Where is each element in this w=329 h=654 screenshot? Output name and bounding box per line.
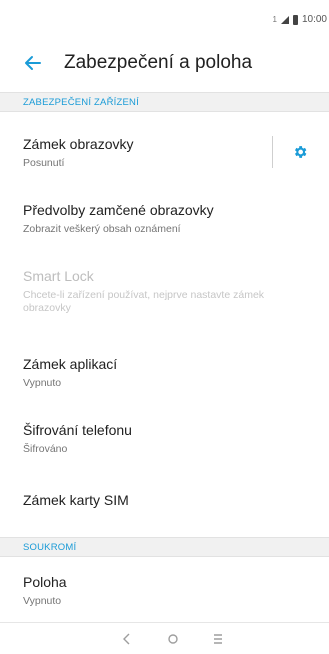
item-summary: Chcete-li zařízení používat, nejprve nas…: [23, 289, 265, 314]
item-label: Předvolby zamčené obrazovky: [23, 202, 214, 218]
status-bar: 1 10:00: [0, 0, 329, 40]
item-summary: Zobrazit veškerý obsah oznámení: [23, 223, 181, 235]
list-item-sim-lock[interactable]: Zámek karty SIM: [0, 492, 329, 514]
item-summary: Vypnuto: [23, 377, 62, 389]
item-summary: Šifrováno: [23, 443, 68, 455]
section-header-device-security: ZABEZPEČENÍ ZAŘÍZENÍ: [0, 92, 329, 112]
item-label: Šifrování telefonu: [23, 422, 132, 438]
item-label: Zámek obrazovky: [23, 136, 134, 152]
item-label: Smart Lock: [23, 268, 94, 284]
battery-icon: [292, 14, 298, 25]
item-label: Zámek karty SIM: [23, 492, 129, 508]
vertical-divider: [272, 136, 273, 168]
sim-indicator: 1: [272, 15, 277, 24]
list-item-app-lock[interactable]: Zámek aplikací Vypnuto: [0, 356, 329, 390]
list-item-smart-lock: Smart Lock Chcete-li zařízení používat, …: [0, 268, 329, 316]
item-summary: Posunutí: [23, 157, 65, 169]
section-label: ZABEZPEČENÍ ZAŘÍZENÍ: [23, 97, 139, 108]
circle-icon[interactable]: [163, 631, 183, 647]
section-label: SOUKROMÍ: [23, 542, 77, 553]
status-icons: 1 10:00: [273, 14, 327, 25]
item-label: Zámek aplikací: [23, 356, 118, 372]
status-time: 10:00: [301, 14, 327, 25]
list-item-location[interactable]: Poloha Vypnuto: [0, 574, 329, 608]
page-title: Zabezpečení a poloha: [64, 52, 253, 73]
signal-icon: [280, 15, 289, 24]
item-label: Poloha: [23, 574, 67, 590]
gear-icon[interactable]: [292, 144, 308, 160]
section-header-privacy: SOUKROMÍ: [0, 537, 329, 557]
list-item-lock-screen-preferences[interactable]: Předvolby zamčené obrazovky Zobrazit veš…: [0, 202, 329, 236]
arrow-left-icon[interactable]: [18, 50, 48, 76]
menu-icon[interactable]: [208, 631, 228, 647]
list-item-phone-encryption[interactable]: Šifrování telefonu Šifrováno: [0, 422, 329, 456]
app-bar: Zabezpečení a poloha: [0, 40, 329, 90]
item-summary: Vypnuto: [23, 595, 62, 607]
navigation-bar: [0, 622, 329, 654]
chevron-left-icon[interactable]: [117, 631, 137, 647]
list-item-screen-lock[interactable]: Zámek obrazovky Posunutí: [0, 136, 329, 170]
